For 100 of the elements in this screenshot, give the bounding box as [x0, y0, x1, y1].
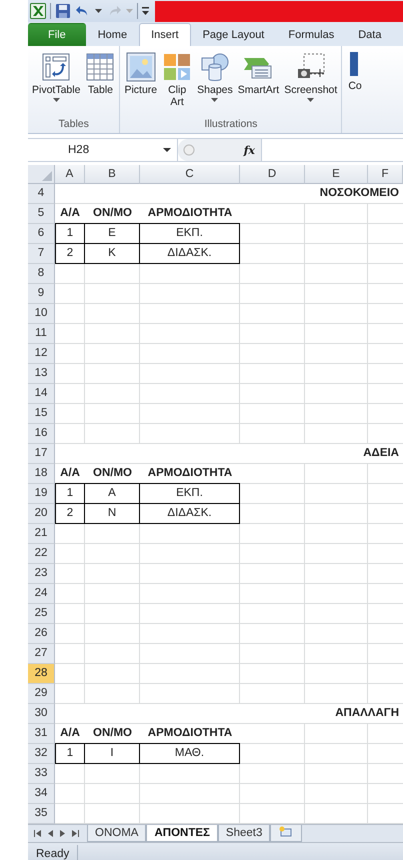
ribbon-tab[interactable]: Page Layout	[190, 23, 276, 46]
row-number[interactable]: 10	[28, 304, 55, 324]
row-number[interactable]: 25	[28, 604, 55, 624]
caret-icon[interactable]	[95, 9, 102, 13]
shapes-icon	[200, 52, 230, 82]
insert-function-button[interactable]: fx	[244, 144, 255, 156]
section-title: ΑΔΕΙΑ	[363, 446, 399, 461]
group-label: Illustrations	[203, 118, 258, 131]
ribbon-command[interactable]: Shapes	[195, 50, 235, 118]
row-number[interactable]: 24	[28, 584, 55, 604]
file-tab[interactable]: File	[28, 23, 86, 46]
group-label: Tables	[58, 118, 90, 131]
column-header[interactable]: E	[305, 165, 368, 184]
ribbon-command[interactable]: Co	[342, 46, 364, 133]
last-sheet-icon[interactable]	[72, 830, 79, 837]
row-number[interactable]: 6	[28, 224, 55, 244]
row-number[interactable]: 33	[28, 764, 55, 784]
column-heading: Α/Α	[55, 464, 85, 484]
sheet-tab[interactable]: ΑΠΟΝΤΕΣ	[146, 825, 218, 842]
ribbon-command[interactable]: PivotTable	[30, 50, 82, 118]
table-cell: 1	[55, 484, 85, 504]
row-number[interactable]: 18	[28, 464, 55, 484]
column-heading: ΟΝ/ΜΟ	[85, 464, 140, 484]
section-title: ΑΠΑΛΛΑΓΗ	[335, 706, 399, 721]
row-number[interactable]: 22	[28, 544, 55, 564]
table-cell: 2	[55, 504, 85, 524]
table-cell: Ν	[85, 504, 140, 524]
row-number[interactable]: 29	[28, 684, 55, 704]
column-heading: Α/Α	[55, 724, 85, 744]
row-number[interactable]: 26	[28, 624, 55, 644]
table-cell: Ι	[85, 744, 140, 764]
row-number[interactable]: 13	[28, 364, 55, 384]
column-heading: ΑΡΜΟΔΙΟΤΗΤΑ	[140, 724, 240, 744]
row-number[interactable]: 11	[28, 324, 55, 344]
caret-icon	[307, 98, 314, 102]
ribbon-tab[interactable]: Home	[86, 23, 140, 46]
ribbon-tab[interactable]: Formulas	[276, 23, 346, 46]
row-number[interactable]: 14	[28, 384, 55, 404]
row-number[interactable]: 30	[28, 704, 55, 724]
clip-art-icon	[162, 52, 192, 82]
table-cell: Α	[85, 484, 140, 504]
row-number[interactable]: 31	[28, 724, 55, 744]
column-heading: ΟΝ/ΜΟ	[85, 724, 140, 744]
first-sheet-icon[interactable]	[34, 830, 41, 837]
sheet-tab[interactable]: Sheet3	[218, 825, 270, 842]
column-header[interactable]: C	[140, 165, 240, 184]
row-number[interactable]: 28	[28, 664, 55, 684]
ribbon-tab[interactable]: Data	[346, 23, 394, 46]
column-header[interactable]: B	[85, 165, 140, 184]
status-text: Ready	[28, 845, 78, 860]
ribbon-command[interactable]: Table	[83, 50, 118, 118]
ribbon-command[interactable]: SmartArt	[236, 50, 282, 118]
customize-menu-icon[interactable]	[142, 7, 149, 15]
caret-icon	[52, 98, 60, 102]
row-number[interactable]: 23	[28, 564, 55, 584]
ribbon-tab[interactable]: Insert	[139, 23, 191, 46]
column-header[interactable]: F	[368, 165, 403, 184]
row-number[interactable]: 15	[28, 404, 55, 424]
column-header[interactable]: A	[55, 165, 85, 184]
caret-icon	[126, 9, 133, 13]
row-number[interactable]: 8	[28, 264, 55, 284]
table-cell: ΜΑΘ.	[140, 744, 240, 764]
column-heading: ΑΡΜΟΔΙΟΤΗΤΑ	[140, 464, 240, 484]
save-icon[interactable]	[55, 3, 71, 19]
row-number[interactable]: 35	[28, 804, 55, 824]
column-heading: ΑΡΜΟΔΙΟΤΗΤΑ	[140, 204, 240, 224]
row-number[interactable]: 20	[28, 504, 55, 524]
picture-icon	[126, 52, 156, 82]
excel-logo-icon[interactable]	[30, 3, 46, 19]
table-cell: 1	[55, 224, 85, 244]
row-number[interactable]: 21	[28, 524, 55, 544]
row-number[interactable]: 17	[28, 444, 55, 464]
next-sheet-icon[interactable]	[60, 830, 65, 837]
caret-icon	[211, 98, 218, 102]
previous-sheet-icon[interactable]	[48, 830, 53, 837]
row-number[interactable]: 34	[28, 784, 55, 804]
column-heading: ΟΝ/ΜΟ	[85, 204, 140, 224]
row-number[interactable]: 16	[28, 424, 55, 444]
row-number[interactable]: 32	[28, 744, 55, 764]
table-cell: ΔΙΔΑΣΚ.	[140, 244, 240, 264]
row-number[interactable]: 7	[28, 244, 55, 264]
table-cell: 2	[55, 244, 85, 264]
table-cell: Ε	[85, 224, 140, 244]
ribbon-command[interactable]: Picture	[122, 50, 160, 118]
ribbon-command[interactable]: Screenshot	[282, 50, 340, 118]
ribbon-command[interactable]: Clip Art	[160, 50, 194, 118]
row-number[interactable]: 19	[28, 484, 55, 504]
insert-sheet-button[interactable]	[270, 825, 302, 842]
row-number[interactable]: 4	[28, 184, 55, 204]
row-number[interactable]: 12	[28, 344, 55, 364]
column-heading: Α/Α	[55, 204, 85, 224]
row-number[interactable]: 27	[28, 644, 55, 664]
column-header[interactable]: D	[240, 165, 305, 184]
row-number[interactable]: 5	[28, 204, 55, 224]
table-cell: ΕΚΠ.	[140, 224, 240, 244]
caret-icon	[163, 148, 171, 152]
triangle-icon	[42, 171, 52, 181]
slider-handle-icon[interactable]	[182, 143, 196, 157]
sheet-tab[interactable]: ΟΝΟΜΑ	[87, 825, 146, 842]
row-number[interactable]: 9	[28, 284, 55, 304]
